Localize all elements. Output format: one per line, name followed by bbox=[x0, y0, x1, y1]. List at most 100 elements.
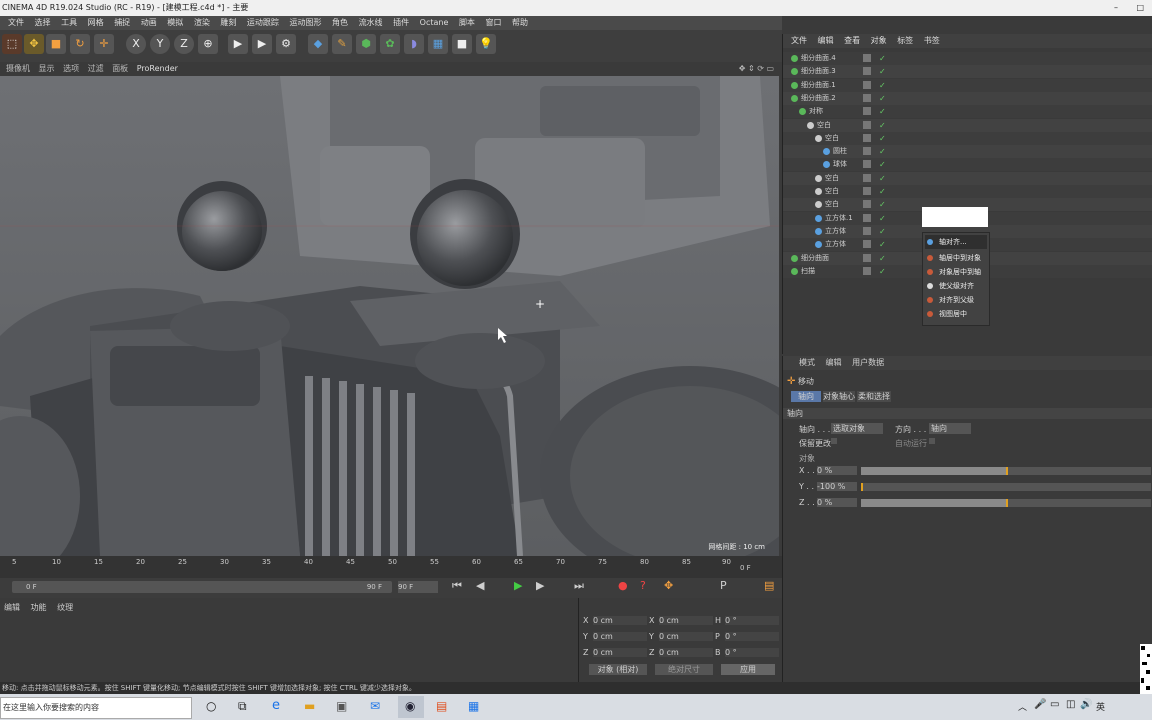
visibility-toggle-icon[interactable] bbox=[863, 266, 871, 275]
visibility-toggle-icon[interactable] bbox=[863, 213, 871, 222]
object-name[interactable]: 细分曲面.4 bbox=[801, 52, 836, 65]
object-row[interactable]: 对称 ✓ bbox=[783, 105, 1152, 119]
prev-key-icon[interactable]: ◀ bbox=[476, 579, 484, 592]
om-menu-bookmarks[interactable]: 书签 bbox=[924, 36, 940, 45]
om-menu-edit[interactable]: 编辑 bbox=[818, 36, 834, 45]
vp-menu-filter[interactable]: 过滤 bbox=[88, 64, 104, 73]
edit-render-settings-icon[interactable]: ⚙ bbox=[276, 34, 296, 54]
menu-pipeline[interactable]: 流水线 bbox=[359, 16, 383, 30]
visibility-toggle-icon[interactable] bbox=[863, 226, 871, 235]
visibility-toggle-icon[interactable] bbox=[863, 200, 871, 209]
scale-tool-icon[interactable]: ■ bbox=[46, 34, 66, 54]
file-explorer-icon[interactable]: ▬ bbox=[304, 699, 315, 713]
am-menu-userdata[interactable]: 用户数据 bbox=[852, 358, 884, 367]
visibility-toggle-icon[interactable] bbox=[863, 173, 871, 182]
object-name[interactable]: 空白 bbox=[825, 198, 839, 211]
object-name[interactable]: 细分曲面 bbox=[801, 252, 829, 265]
menu-plugins[interactable]: 插件 bbox=[393, 16, 409, 30]
tray-chevron-icon[interactable]: ︿ bbox=[1018, 700, 1027, 713]
mat-menu-edit[interactable]: 编辑 bbox=[4, 603, 20, 612]
menu-mograph[interactable]: 运动图形 bbox=[289, 16, 321, 30]
object-row[interactable]: 细分曲面.1 ✓ bbox=[783, 78, 1152, 92]
key-position-icon[interactable]: ✥ bbox=[664, 579, 673, 592]
visibility-toggle-icon[interactable] bbox=[863, 120, 871, 129]
enabled-check-icon[interactable]: ✓ bbox=[879, 225, 886, 238]
om-menu-file[interactable]: 文件 bbox=[791, 36, 807, 45]
ime-indicator[interactable]: 英 bbox=[1096, 700, 1105, 713]
menu-motion-tracker[interactable]: 运动跟踪 bbox=[247, 16, 279, 30]
slider-x-track[interactable] bbox=[861, 467, 1151, 475]
apply-button[interactable]: 应用 bbox=[721, 664, 775, 675]
edge-icon[interactable]: e bbox=[272, 698, 280, 713]
next-key-icon[interactable]: ▶ bbox=[536, 579, 544, 592]
pen-spline-icon[interactable]: ✎ bbox=[332, 34, 352, 54]
x-axis-lock-icon[interactable]: X bbox=[126, 34, 146, 54]
enabled-check-icon[interactable]: ✓ bbox=[879, 252, 886, 265]
mat-menu-texture[interactable]: 纹理 bbox=[57, 603, 73, 612]
am-menu-mode[interactable]: 模式 bbox=[799, 358, 815, 367]
ctx-center-view[interactable]: 视图居中 bbox=[925, 307, 987, 321]
visibility-toggle-icon[interactable] bbox=[863, 133, 871, 142]
axis-select[interactable]: 选取对象 bbox=[831, 423, 883, 434]
z-axis-lock-icon[interactable]: Z bbox=[174, 34, 194, 54]
object-name[interactable]: 细分曲面.2 bbox=[801, 92, 836, 105]
enabled-check-icon[interactable]: ✓ bbox=[879, 65, 886, 78]
taskbar-search-box[interactable]: 在这里输入你要搜索的内容 bbox=[0, 697, 192, 719]
enabled-check-icon[interactable]: ✓ bbox=[879, 212, 886, 225]
menu-tools[interactable]: 工具 bbox=[61, 16, 77, 30]
enabled-check-icon[interactable]: ✓ bbox=[879, 198, 886, 211]
visibility-toggle-icon[interactable] bbox=[863, 67, 871, 76]
3d-viewport[interactable]: + 网格间距 : 10 cm bbox=[0, 76, 779, 556]
om-menu-tags[interactable]: 标签 bbox=[897, 36, 913, 45]
visibility-toggle-icon[interactable] bbox=[863, 187, 871, 195]
ctx-axis-to-object[interactable]: 轴居中到对象 bbox=[925, 251, 987, 265]
menu-simulate[interactable]: 模拟 bbox=[167, 16, 183, 30]
subtab-object-axis[interactable]: 对象轴心 bbox=[823, 391, 855, 402]
enabled-check-icon[interactable]: ✓ bbox=[879, 79, 886, 92]
visibility-toggle-icon[interactable] bbox=[863, 93, 871, 102]
transform-tool-icon[interactable]: ✛ bbox=[94, 34, 114, 54]
enabled-check-icon[interactable]: ✓ bbox=[879, 185, 886, 198]
cinema4d-taskbar-icon[interactable]: ◉ bbox=[398, 696, 424, 718]
coord-mode-select[interactable]: 对象 (相对) bbox=[589, 664, 647, 675]
visibility-toggle-icon[interactable] bbox=[863, 54, 871, 62]
record-icon[interactable]: ● bbox=[618, 579, 628, 592]
visibility-toggle-icon[interactable] bbox=[863, 253, 871, 262]
slider-y-value[interactable]: -100 % bbox=[817, 482, 857, 491]
object-row[interactable]: 空白 ✓ bbox=[783, 185, 1152, 198]
vp-menu-prorender[interactable]: ProRender bbox=[137, 64, 178, 73]
object-name[interactable]: 空白 bbox=[825, 132, 839, 145]
am-menu-edit[interactable]: 编辑 bbox=[826, 358, 842, 367]
go-to-start-icon[interactable]: ⏮ bbox=[452, 579, 462, 593]
select-tool-icon[interactable]: ⬚ bbox=[2, 34, 22, 54]
move-tool-icon[interactable]: ✥ bbox=[24, 34, 44, 54]
visibility-toggle-icon[interactable] bbox=[863, 107, 871, 116]
max-frame-field[interactable]: 90 F bbox=[398, 581, 438, 593]
slider-z-track[interactable] bbox=[861, 499, 1151, 507]
coordinate-system-icon[interactable]: ⊕ bbox=[198, 34, 218, 54]
size-z-field[interactable]: 0 cm bbox=[659, 648, 713, 657]
enabled-check-icon[interactable]: ✓ bbox=[879, 132, 886, 145]
pos-z-field[interactable]: 0 cm bbox=[593, 648, 647, 657]
object-row[interactable]: 球体 ✓ bbox=[783, 158, 1152, 172]
ctx-axis-align[interactable]: 轴对齐... bbox=[925, 235, 987, 249]
ctx-align-parent[interactable]: 使父级对齐 bbox=[925, 279, 987, 293]
menu-help[interactable]: 帮助 bbox=[512, 16, 528, 30]
object-name[interactable]: 立方体.1 bbox=[825, 212, 853, 225]
object-name[interactable]: 空白 bbox=[825, 172, 839, 185]
object-name[interactable]: 对称 bbox=[809, 105, 823, 118]
object-row[interactable]: 空白 ✓ bbox=[783, 131, 1152, 145]
ctx-align-to-parent[interactable]: 对齐到父级 bbox=[925, 293, 987, 307]
play-icon[interactable]: ▶ bbox=[514, 579, 522, 592]
minimize-button[interactable]: – bbox=[1114, 0, 1118, 16]
size-mode-select[interactable]: 绝对尺寸 bbox=[655, 664, 713, 675]
rename-input[interactable] bbox=[922, 207, 988, 227]
object-row[interactable]: 空白 ✓ bbox=[783, 118, 1152, 132]
network-icon[interactable]: ◫ bbox=[1066, 699, 1075, 710]
object-name[interactable]: 立方体 bbox=[825, 225, 846, 238]
object-name[interactable]: 球体 bbox=[833, 158, 847, 171]
vp-menu-camera[interactable]: 摄像机 bbox=[6, 64, 30, 73]
enabled-check-icon[interactable]: ✓ bbox=[879, 172, 886, 185]
store-icon[interactable]: ▣ bbox=[336, 699, 347, 713]
enabled-check-icon[interactable]: ✓ bbox=[879, 119, 886, 132]
